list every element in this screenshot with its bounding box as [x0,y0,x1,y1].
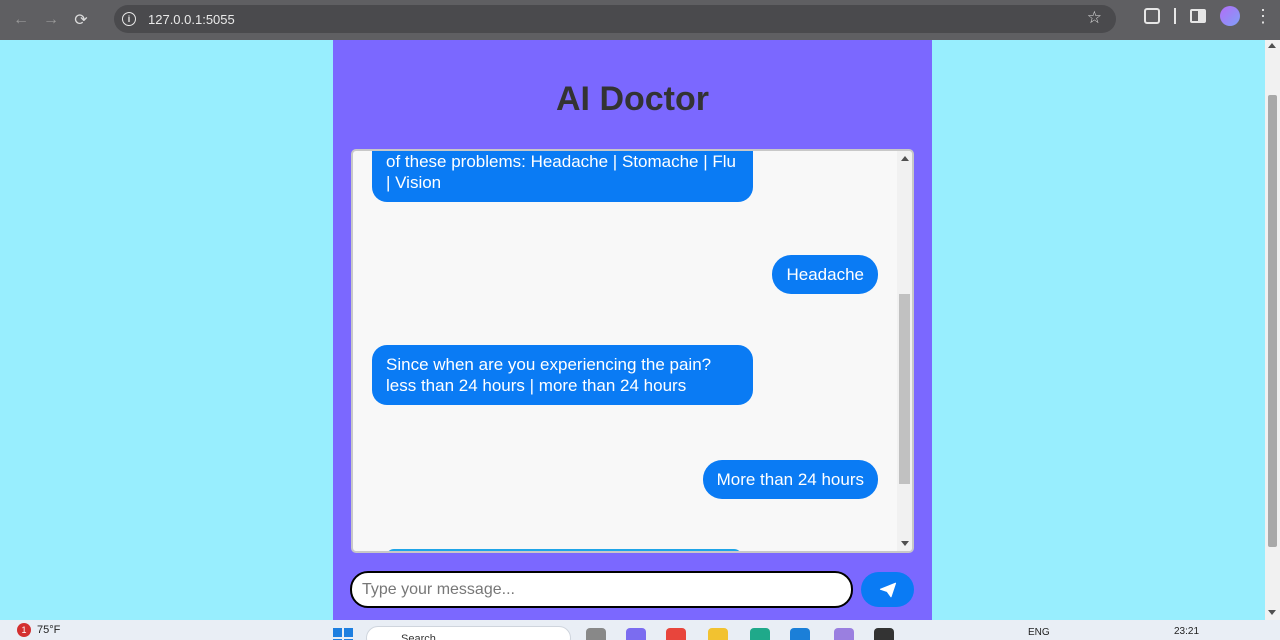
scrollbar-thumb[interactable] [1268,95,1277,547]
extensions-icon[interactable] [1144,8,1160,24]
chat-history[interactable]: of these problems: Headache | Stomache |… [351,149,914,553]
profile-avatar[interactable] [1220,6,1240,26]
paper-plane-icon [879,582,896,597]
reload-icon[interactable]: ⟳ [66,5,96,35]
send-button[interactable] [861,572,914,607]
bot-message-partial [386,549,742,551]
file-explorer-icon[interactable] [708,628,728,640]
bot-message: of these problems: Headache | Stomache |… [372,151,753,202]
side-panel-icon[interactable] [1190,9,1206,23]
language-indicator[interactable]: ENG [1028,627,1050,638]
weather-temperature: 75°F [37,624,61,636]
edge-icon[interactable] [750,628,770,640]
weather-badge: 1 [17,623,31,637]
app-title: AI Doctor [556,80,709,118]
forward-arrow-icon[interactable]: → [36,5,66,35]
chat-scroll-down-icon[interactable] [901,541,909,546]
user-message: More than 24 hours [702,460,878,499]
clock[interactable]: 23:21 [1174,626,1199,637]
gmail-icon[interactable] [666,628,686,640]
back-arrow-icon[interactable]: ← [6,5,36,35]
address-bar[interactable]: i 127.0.0.1:5055 ☆ [114,5,1116,33]
weather-widget[interactable]: 1 75°F [17,623,60,637]
taskbar-search[interactable]: Search [366,626,571,640]
app-icon[interactable] [874,628,894,640]
browser-toolbar: ← → ⟳ i 127.0.0.1:5055 ☆ ⋮ [0,0,1280,40]
message-input[interactable] [350,571,853,608]
vscode-icon[interactable] [790,628,810,640]
teams-icon[interactable] [626,628,646,640]
browser-actions: ⋮ [1144,6,1272,26]
windows-start-icon[interactable] [333,628,353,640]
more-menu-icon[interactable]: ⋮ [1254,7,1272,25]
user-message: Headache [772,255,878,294]
chat-scroll-up-icon[interactable] [901,156,909,161]
taskbar: 1 75°F Search ENG 23:21 [0,620,1280,640]
message-composer [350,571,914,608]
chat-scrollbar-thumb[interactable] [899,294,910,484]
toolbar-divider [1174,8,1176,24]
app-icon[interactable] [834,628,854,640]
scroll-down-arrow-icon[interactable] [1268,610,1276,615]
page-scrollbar[interactable] [1265,40,1280,620]
scroll-up-arrow-icon[interactable] [1268,43,1276,48]
chat-scrollbar[interactable] [897,151,912,551]
chat-app-card: AI Doctor of these problems: Headache | … [333,40,932,620]
site-info-icon[interactable]: i [122,12,136,26]
address-url[interactable]: 127.0.0.1:5055 [148,12,235,27]
bookmark-star-icon[interactable]: ☆ [1087,8,1102,28]
task-view-icon[interactable] [586,628,606,640]
bot-message: Since when are you experiencing the pain… [372,345,753,405]
